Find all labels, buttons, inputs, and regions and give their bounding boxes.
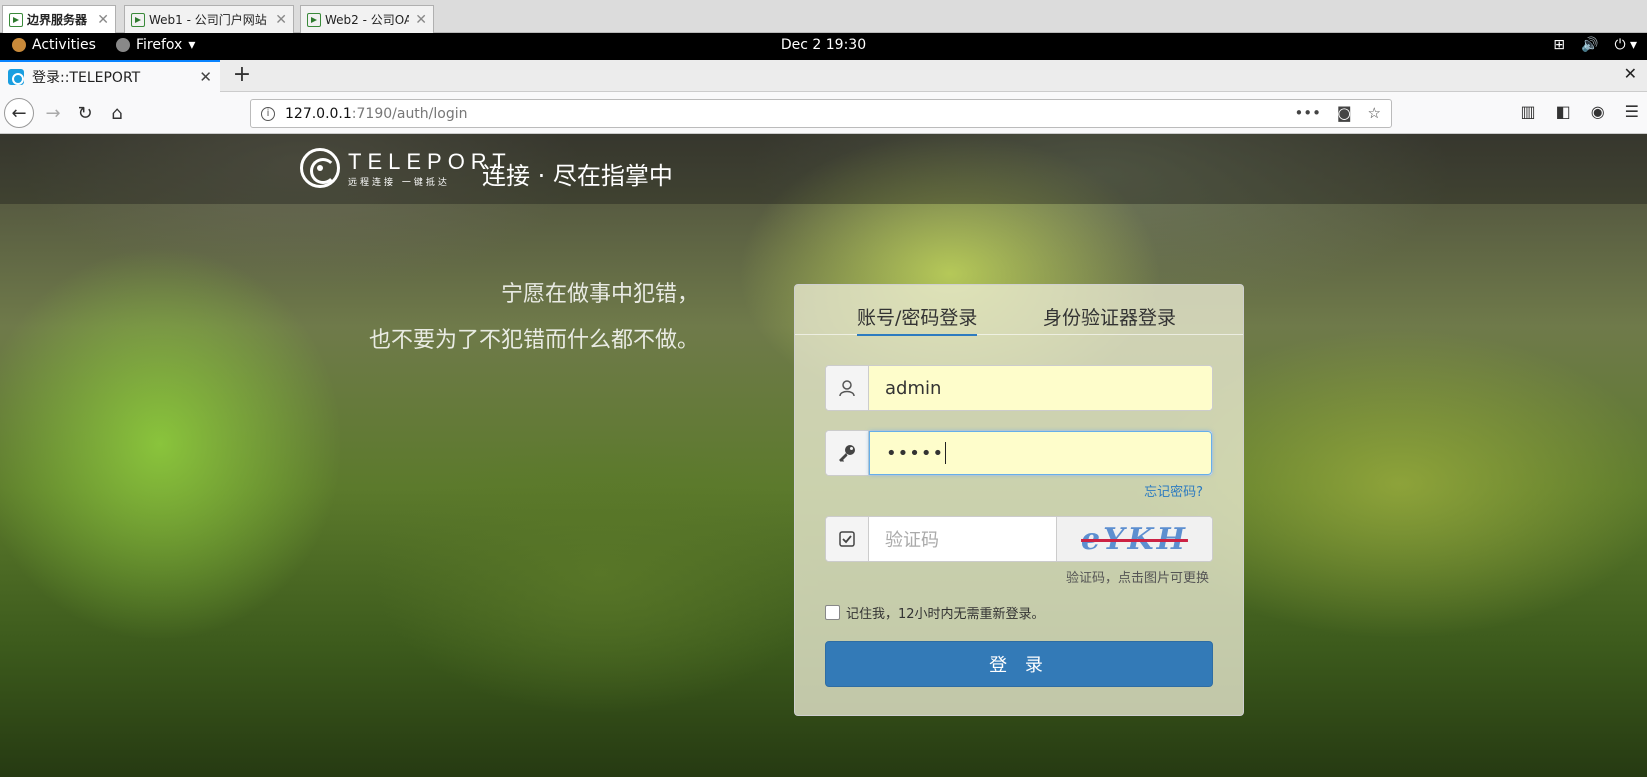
vm-icon [9, 12, 23, 27]
captcha-input[interactable]: 验证码 [869, 517, 1057, 561]
quote-line-1: 宁愿在做事中犯错， [500, 282, 699, 307]
hamburger-menu-icon[interactable]: ☰ [1625, 102, 1639, 121]
host-tab-strip: 边界服务器 ✕ Web1 - 公司门户网站 ✕ Web2 - 公司OA ✕ [0, 0, 1647, 33]
app-menu-label: Firefox [136, 37, 183, 53]
back-button[interactable]: ← [4, 98, 34, 128]
home-button[interactable]: ⌂ [102, 98, 132, 128]
password-input[interactable]: ••••• [869, 431, 1212, 475]
window-close-icon[interactable]: ✕ [1624, 64, 1637, 83]
captcha-image-text: eYKH [1081, 521, 1188, 557]
close-tab-icon[interactable]: ✕ [199, 68, 212, 86]
power-icon: ⏻ ▾ [1614, 37, 1637, 53]
gnome-foot-icon [12, 38, 26, 52]
app-menu-firefox[interactable]: Firefox ▾ [116, 37, 195, 53]
password-field: ••••• [825, 430, 1213, 476]
forgot-password-link[interactable]: 忘记密码? [1144, 481, 1203, 500]
quote-line-2: 也不要为了不犯错而什么都不做。 [368, 328, 699, 353]
slogan: 连接 · 尽在指掌中 [482, 162, 673, 190]
bookmark-star-icon[interactable]: ☆ [1368, 104, 1381, 122]
url-host: 127.0.0.1 [285, 105, 352, 122]
tab-password-login[interactable]: 账号/密码登录 [857, 303, 978, 336]
firefox-icon [116, 38, 130, 52]
captcha-hint: 验证码，点击图片可更换 [1065, 571, 1209, 586]
header-band [0, 134, 1647, 204]
new-tab-button[interactable]: + [230, 62, 254, 87]
checkbox-square-icon [826, 517, 869, 561]
vm-icon [307, 12, 321, 27]
url-bar[interactable]: i 127.0.0.1:7190/auth/login ••• ◙ ☆ [250, 99, 1392, 128]
url-actions: ••• ◙ ☆ [1294, 104, 1381, 122]
reload-button[interactable]: ↻ [70, 98, 100, 128]
account-icon[interactable]: ◉ [1591, 102, 1605, 121]
remember-me[interactable]: 记住我，12小时内无需重新登录。 [825, 603, 1045, 622]
captcha-image[interactable]: eYKH [1057, 517, 1212, 561]
remember-me-checkbox[interactable] [825, 605, 840, 620]
tab-authenticator-login[interactable]: 身份验证器登录 [1043, 303, 1176, 334]
navigation-toolbar: ← → ↻ ⌂ i 127.0.0.1:7190/auth/login ••• … [0, 92, 1647, 134]
url-path: :7190/auth/login [351, 105, 468, 122]
close-icon[interactable]: ✕ [275, 12, 287, 28]
remember-me-label: 记住我，12小时内无需重新登录。 [846, 607, 1045, 622]
password-mask: ••••• [886, 442, 945, 464]
network-icon: ⊞ [1553, 37, 1565, 53]
teleport-favicon [8, 69, 24, 85]
browser-tab-login[interactable]: 登录::TELEPORT ✕ [0, 60, 220, 92]
page-content: TELEPORT 远程连接 一键抵达 连接 · 尽在指掌中 宁愿在做事中犯错， … [0, 134, 1647, 777]
forward-button[interactable]: → [38, 98, 68, 128]
login-tabs: 账号/密码登录 身份验证器登录 [795, 285, 1243, 336]
pocket-icon[interactable]: ◙ [1337, 104, 1352, 122]
browser-tab-bar: 登录::TELEPORT ✕ + ✕ [0, 60, 1647, 92]
clock[interactable]: Dec 2 19:30 [0, 37, 1647, 53]
vm-icon [131, 12, 145, 27]
host-tab-web2[interactable]: Web2 - 公司OA ✕ [300, 5, 434, 33]
username-field: admin [825, 365, 1213, 411]
site-info-icon[interactable]: i [261, 106, 275, 121]
chevron-down-icon: ▾ [188, 37, 196, 53]
key-icon [826, 431, 869, 475]
teleport-logo-icon [300, 148, 340, 188]
toolbar-right: ▥ ◧ ◉ ☰ [1520, 102, 1639, 121]
sidebar-icon[interactable]: ◧ [1556, 102, 1571, 121]
user-icon [826, 366, 869, 410]
library-icon[interactable]: ▥ [1520, 102, 1535, 121]
close-icon[interactable]: ✕ [415, 12, 427, 28]
teleport-logo: TELEPORT 远程连接 一键抵达 [300, 148, 512, 188]
activities-label: Activities [32, 37, 96, 53]
close-icon[interactable]: ✕ [97, 12, 109, 28]
host-tab-border-server[interactable]: 边界服务器 ✕ [2, 5, 116, 33]
host-tab-label: Web1 - 公司门户网站 [149, 13, 267, 27]
text-caret [945, 442, 947, 464]
captcha-field: 验证码 eYKH [825, 516, 1213, 562]
gnome-top-bar: Activities Firefox ▾ Dec 2 19:30 ⊞ 🔊 ⏻ ▾ [0, 33, 1647, 60]
system-tray[interactable]: ⊞ 🔊 ⏻ ▾ [1553, 37, 1637, 53]
host-tab-label: 边界服务器 [27, 13, 88, 27]
volume-icon: 🔊 [1581, 37, 1599, 53]
page-actions-icon[interactable]: ••• [1294, 104, 1321, 122]
browser-tab-title: 登录::TELEPORT [32, 70, 141, 86]
host-tab-web1[interactable]: Web1 - 公司门户网站 ✕ [124, 5, 294, 33]
username-input[interactable]: admin [869, 366, 1212, 410]
login-panel: 账号/密码登录 身份验证器登录 admin ••••• 忘记密码? 验证码 eY… [794, 284, 1244, 716]
activities-button[interactable]: Activities [12, 37, 96, 53]
host-tab-label: Web2 - 公司OA [325, 13, 410, 27]
login-button[interactable]: 登 录 [825, 641, 1213, 687]
